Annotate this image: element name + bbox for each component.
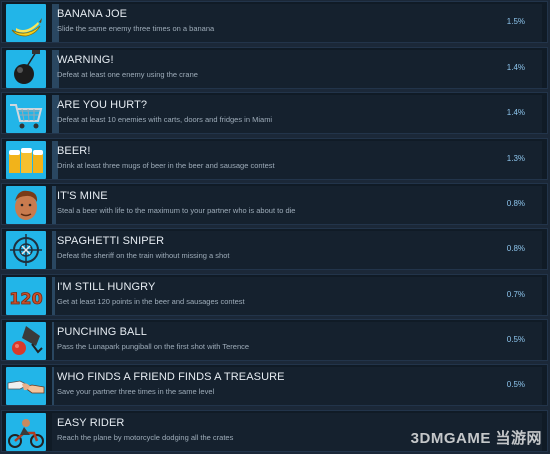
progress-fill — [52, 322, 55, 360]
achievement-title: SPAGHETTI SNIPER — [57, 235, 165, 247]
achievement-description: Save your partner three times in the sam… — [57, 387, 215, 396]
progress-fill — [52, 186, 56, 224]
achievement-description: Defeat at least one enemy using the cran… — [57, 70, 198, 79]
achievement-title: EASY RIDER — [57, 417, 125, 429]
achievement-title: ARE YOU HURT? — [57, 99, 148, 111]
achievement-description: Reach the plane by motorcycle dodging al… — [57, 433, 234, 442]
achievement-row[interactable]: 120 I'M STILL HUNGRY Get at least 120 po… — [1, 274, 548, 316]
progress-fill — [52, 277, 56, 315]
achievement-percent: 0.8% — [506, 244, 525, 253]
achievement-description: Steal a beer with life to the maximum to… — [57, 206, 296, 215]
achievement-description: Drink at least three mugs of beer in the… — [57, 161, 275, 170]
achievement-row[interactable]: WHO FINDS A FRIEND FINDS A TREASURE Save… — [1, 364, 548, 406]
achievement-title: BANANA JOE — [57, 8, 128, 20]
achievement-percent: 1.3% — [506, 154, 525, 163]
achievement-title: I'M STILL HUNGRY — [57, 281, 156, 293]
face-portrait-icon — [6, 186, 46, 224]
crosshair-icon — [6, 231, 46, 269]
beer-mugs-icon — [6, 141, 46, 179]
motorcycle-icon — [6, 413, 46, 451]
achievement-percent: 0.5% — [506, 380, 525, 389]
progress-fill — [52, 231, 56, 269]
wrecking-ball-icon — [6, 50, 46, 88]
achievement-row[interactable]: BANANA JOE Slide the same enemy three ti… — [1, 1, 548, 43]
watermark-logo: 3DMGAME 当游网 — [410, 430, 542, 447]
punching-ball-icon — [6, 322, 46, 360]
icon-number: 120 — [9, 289, 42, 308]
achievement-row[interactable]: IT'S MINE Steal a beer with life to the … — [1, 183, 548, 225]
banana-icon — [6, 4, 46, 42]
achievement-description: Slide the same enemy three times on a ba… — [57, 24, 215, 33]
achievement-title: BEER! — [57, 145, 91, 157]
achievement-percent: 1.4% — [506, 63, 525, 72]
achievement-title: WHO FINDS A FRIEND FINDS A TREASURE — [57, 371, 285, 383]
progress-bar — [52, 141, 542, 179]
achievement-description: Defeat at least 10 enemies with carts, d… — [57, 115, 273, 124]
achievement-percent: 0.8% — [506, 199, 525, 208]
achievement-row[interactable]: ARE YOU HURT? Defeat at least 10 enemies… — [1, 92, 548, 134]
progress-bar — [52, 186, 542, 224]
progress-bar — [52, 50, 542, 88]
achievement-description: Get at least 120 points in the beer and … — [57, 297, 245, 306]
achievement-title: WARNING! — [57, 54, 114, 66]
achievement-percent: 1.4% — [506, 108, 525, 117]
achievement-description: Pass the Lunapark pungiball on the first… — [57, 342, 250, 351]
achievement-percent: 0.5% — [506, 335, 525, 344]
achievement-title: IT'S MINE — [57, 190, 108, 202]
progress-fill — [52, 367, 55, 405]
achievement-row[interactable]: WARNING! Defeat at least one enemy using… — [1, 47, 548, 89]
achievement-percent: 1.5% — [506, 17, 525, 26]
achievement-description: Defeat the sheriff on the train without … — [57, 251, 230, 260]
achievement-percent: 0.7% — [506, 290, 525, 299]
handshake-icon — [6, 367, 46, 405]
shopping-cart-icon — [6, 95, 46, 133]
achievement-title: PUNCHING BALL — [57, 326, 147, 338]
achievement-row[interactable]: SPAGHETTI SNIPER Defeat the sheriff on t… — [1, 228, 548, 270]
achievement-row[interactable]: PUNCHING BALL Pass the Lunapark pungibal… — [1, 319, 548, 361]
achievement-row[interactable]: BEER! Drink at least three mugs of beer … — [1, 138, 548, 180]
sausage-120-icon: 120 — [6, 277, 46, 315]
achievement-list: BANANA JOE Slide the same enemy three ti… — [0, 0, 550, 454]
